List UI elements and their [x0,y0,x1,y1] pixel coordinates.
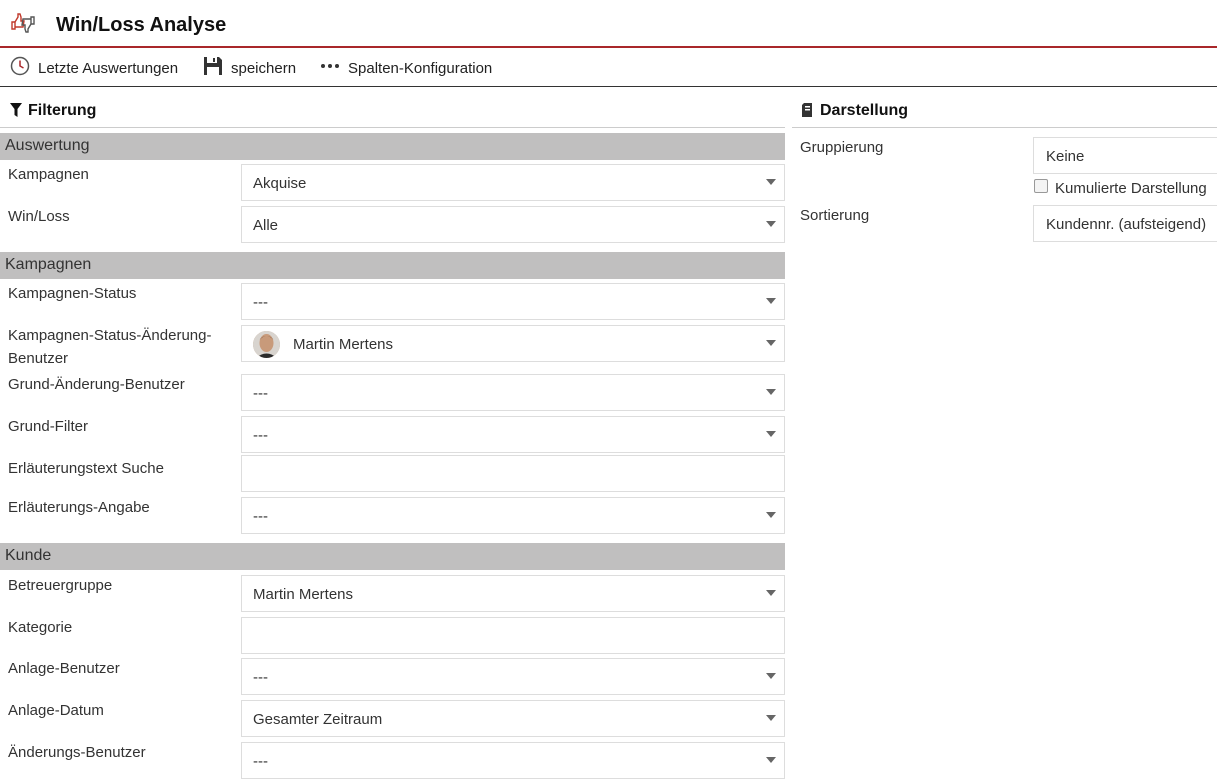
page-title: Win/Loss Analyse [56,14,227,36]
aenderungs-benutzer-select[interactable]: --- [241,742,785,779]
grund-filter-label: Grund-Filter [8,418,89,435]
status-aenderung-benutzer-value: Martin Mertens [293,336,394,353]
winloss-label: Win/Loss [8,208,70,225]
anlage-benutzer-value: --- [253,669,268,686]
kategorie-label: Kategorie [8,619,73,636]
chevron-down-icon [766,340,776,346]
chevron-down-icon [766,389,776,395]
anlage-datum-select[interactable]: Gesamter Zeitraum [241,700,785,737]
display-section-heading: Darstellung [792,102,1217,128]
recent-evaluations-button[interactable]: Letzte Auswertungen [10,56,179,80]
erlaeuterungs-angabe-value: --- [253,508,268,525]
winloss-select[interactable]: Alle [241,206,785,243]
grund-aenderung-benutzer-value: --- [253,385,268,402]
kampagnen-label: Kampagnen [8,166,89,183]
anlage-benutzer-label: Anlage-Benutzer [8,660,120,677]
kampagnen-select[interactable]: Akquise [241,164,785,201]
avatar [253,331,280,358]
filter-section-title: Filterung [28,102,97,119]
anlage-datum-label: Anlage-Datum [8,702,104,719]
chevron-down-icon [766,298,776,304]
erlaeuterungs-angabe-select[interactable]: --- [241,497,785,534]
recent-evaluations-label: Letzte Auswertungen [38,59,179,77]
chevron-down-icon [766,431,776,437]
chevron-down-icon [766,179,776,185]
sortierung-label: Sortierung [800,207,870,224]
kumulierte-darstellung-checkbox[interactable] [1034,179,1048,193]
kampagnen-value: Akquise [253,175,307,192]
kategorie-input[interactable] [242,618,784,653]
document-icon [802,103,814,122]
chevron-down-icon [766,757,776,763]
winloss-value: Alle [253,217,279,234]
group-kunde: Kunde [0,543,785,570]
group-auswertung: Auswertung [0,133,785,160]
erlaeuterungs-angabe-label: Erläuterungs-Angabe [8,499,150,516]
gruppierung-value: Keine [1046,148,1085,165]
erlaeuterungstext-suche-field[interactable] [241,455,785,492]
kategorie-field[interactable] [241,617,785,654]
thumbs-up-down-icon [9,9,37,37]
erlaeuterungstext-suche-input[interactable] [242,456,784,491]
betreuergruppe-value: Martin Mertens [253,586,354,603]
gruppierung-label: Gruppierung [800,139,884,156]
chevron-down-icon [766,590,776,596]
kumulierte-darstellung-label: Kumulierte Darstellung [1055,180,1207,197]
save-label: speichern [231,59,297,77]
aenderungs-benutzer-label: Änderungs-Benutzer [8,744,146,761]
grund-filter-value: --- [253,427,268,444]
betreuergruppe-label: Betreuergruppe [8,577,113,594]
kampagnen-status-select[interactable]: --- [241,283,785,320]
toolbar: Letzte Auswertungen speichern Spalten-Ko… [0,48,1217,87]
status-aenderung-benutzer-select[interactable]: Martin Mertens [241,325,785,362]
funnel-icon [10,103,22,122]
kampagnen-status-value: --- [253,294,268,311]
anlage-benutzer-select[interactable]: --- [241,658,785,695]
sortierung-value: Kundennr. (aufsteigend) [1046,216,1207,233]
chevron-down-icon [766,673,776,679]
chevron-down-icon [766,715,776,721]
display-section-title: Darstellung [820,102,909,119]
status-aenderung-benutzer-label: Kampagnen-Status-Änderung-Benutzer [8,327,212,367]
grund-filter-select[interactable]: --- [241,416,785,453]
erlaeuterungstext-suche-label: Erläuterungstext Suche [8,460,164,477]
kampagnen-status-label: Kampagnen-Status [8,285,137,302]
betreuergruppe-select[interactable]: Martin Mertens [241,575,785,612]
save-button[interactable]: speichern [203,57,296,79]
filter-section-heading: Filterung [0,102,785,128]
app-header: Win/Loss Analyse [0,0,1217,48]
chevron-down-icon [766,221,776,227]
anlage-datum-value: Gesamter Zeitraum [253,711,383,728]
clock-icon [10,56,30,80]
chevron-down-icon [766,512,776,518]
more-dots-icon [320,56,340,80]
gruppierung-select[interactable]: Keine [1033,137,1217,174]
floppy-disk-icon [203,56,223,80]
grund-aenderung-benutzer-select[interactable]: --- [241,374,785,411]
sortierung-select[interactable]: Kundennr. (aufsteigend) [1033,205,1217,242]
aenderungs-benutzer-value: --- [253,753,268,770]
grund-aenderung-benutzer-label: Grund-Änderung-Benutzer [8,376,185,393]
column-configuration-label: Spalten-Konfiguration [348,59,493,77]
column-configuration-button[interactable]: Spalten-Konfiguration [320,57,492,79]
group-kampagnen: Kampagnen [0,252,785,279]
